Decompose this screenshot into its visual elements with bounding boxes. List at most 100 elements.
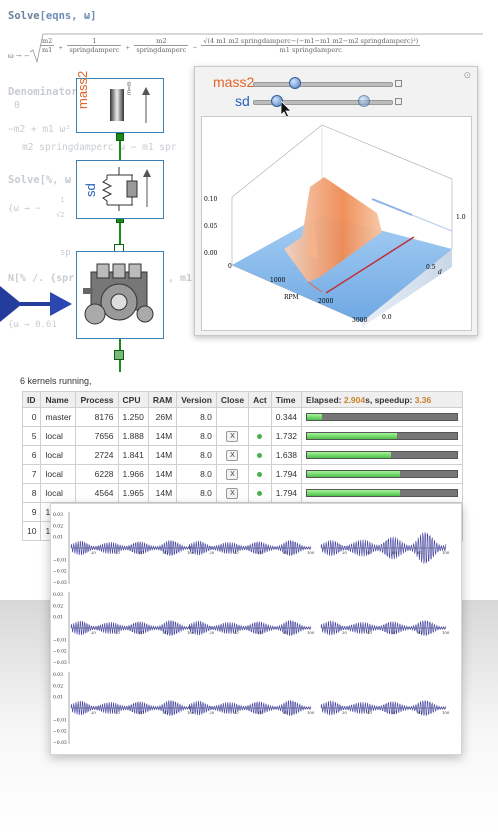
x-tick-label: 40 [115,630,120,635]
rpm-label: RPM [284,294,299,301]
solve2-input[interactable]: Solve[%, ω [8,174,71,186]
x-tick-label: 100 [307,710,315,715]
d-tick-1: 0.5 [426,264,436,271]
kernel-progress-bar [306,470,459,478]
mass-param: m=m [127,81,133,96]
kernel-progress-bar [306,413,459,421]
col-id: ID [21,391,42,408]
x-tick-label: 60 [139,710,144,715]
x-tick-label: 100 [442,710,450,715]
options-icon[interactable]: ⊙ [463,70,471,81]
y-tick-label: 0.01 [53,695,63,701]
kernel-ram: 14M [147,445,178,465]
x-tick-label: 100 [307,550,315,555]
close-kernel-button[interactable]: X [226,469,239,480]
kernel-name: local [40,464,77,484]
n-fragment: , m1 [168,273,193,284]
solution-prefix: ω → − [8,52,30,60]
flange-mass2-bottom[interactable] [116,133,124,141]
slider-sd-ghost-thumb [358,95,371,107]
sp-fragment: sp [60,248,71,258]
omega-one: 1 [60,196,65,204]
kernel-cpu: 1.888 [117,426,149,446]
kernel-cpu: 1.841 [117,445,149,465]
slider-mass2-expand-button[interactable] [395,80,402,87]
flange-engine-bottom[interactable] [114,350,124,360]
m2-line2: m2 springdamperc ω − m1 spr [22,142,177,153]
kernel-name: local [40,483,77,503]
kernel-progress-bar [306,432,459,440]
rpm-tick-1: 2000 [318,298,334,305]
x-tick-label: 20 [91,630,96,635]
x-tick-label: 20 [209,630,214,635]
kernel-process: 7656 [75,426,119,446]
solve-input[interactable]: Solve[eqns, ω] [8,10,97,22]
close-kernel-button[interactable]: X [226,450,239,461]
kernel-process: 8176 [75,407,119,427]
plot-3d[interactable]: 0.10 0.05 0.00 0 1000 RPM 2000 3000 0.0 … [201,116,472,331]
slider-sd-expand-button[interactable] [395,98,402,105]
col-name: Name [40,391,77,408]
engine-block[interactable] [76,251,164,339]
close-kernel-button[interactable]: X [226,431,239,442]
rpm-tick-2: 3000 [352,317,368,324]
kernel-progress-cell [301,426,464,446]
kernel-progress-cell [301,464,464,484]
x-tick-label: 40 [367,550,372,555]
kernel-id: 0 [21,407,42,427]
surface-3d-svg [231,124,453,327]
plots-grid[interactable]: 0.03 0.02 0.01 −0.01 −0.02 −0.03 20 40 60 80 100 20… [50,503,462,755]
plots-grid-svg: 0.03 0.02 0.01 −0.01 −0.02 −0.03 20 40 60 80 100 20… [53,512,450,746]
x-tick-label: 20 [342,630,347,635]
x-tick-label: 40 [367,630,372,635]
y-tick-label: −0.02 [53,569,67,575]
kernel-version: 8.0 [176,445,217,465]
kernel-id: 7 [21,464,42,484]
kernel-name: local [40,445,77,465]
x-tick-label: 40 [234,710,239,715]
spring-damper-icon [101,167,151,211]
x-tick-label: 100 [442,630,450,635]
x-tick-label: 100 [307,630,315,635]
m2-line: −m2 + m1 ω² [8,124,71,135]
sd-block[interactable]: sd [76,160,164,219]
kernels-status: 6 kernels running, [20,376,92,386]
col-version: Version [176,391,217,408]
mass2-block[interactable]: mass2 m=m [75,71,164,133]
kernel-time: 1.732 [270,426,303,446]
x-tick-label: 80 [417,710,422,715]
kernel-row: 5 local 7656 1.888 14M 8.0 X 1.732 [21,426,464,446]
slider-mass2-thumb[interactable] [289,77,302,89]
x-tick-label: 40 [234,550,239,555]
sd-label: sd [83,183,98,197]
frac-1-springdamperc: 1 springdamperc [67,37,122,55]
solution-output: ω → − m2 m1 + 1 springdamperc + m2 springda… [8,32,498,66]
slider-mass2[interactable] [253,82,393,87]
kernel-close-cell: X [215,445,250,465]
engine-icon [83,263,154,325]
close-kernel-button[interactable]: X [226,488,239,499]
x-tick-label: 60 [392,710,397,715]
kernel-progress-bar [306,489,459,497]
x-tick-label: 60 [139,550,144,555]
y-tick-label: 0.02 [53,683,63,689]
kernel-version: 8.0 [176,483,217,503]
solve-args: [eqns, ω] [39,10,97,22]
kernel-time: 1.794 [270,483,303,503]
kernel-version: 8.0 [176,407,217,427]
frac-m2-m1: m2 m1 [40,37,55,55]
kernel-ram: 26M [147,407,178,427]
kernel-process: 2724 [75,445,119,465]
y-tick-label: −0.01 [53,717,67,723]
kernel-id: 5 [21,426,42,446]
kernel-version: 8.0 [176,464,217,484]
x-tick-label: 40 [115,550,120,555]
kernel-row: 6 local 2724 1.841 14M 8.0 X 1.638 [21,445,464,465]
kernel-ram: 14M [147,464,178,484]
x-tick-label: 20 [209,550,214,555]
kernel-row: 0 master 8176 1.250 26M 8.0 0.344 [21,407,464,427]
kernel-progress-cell [301,445,464,465]
x-tick-label: 20 [91,710,96,715]
x-tick-label: 80 [163,710,168,715]
y-tick-label: 0.03 [53,512,63,518]
